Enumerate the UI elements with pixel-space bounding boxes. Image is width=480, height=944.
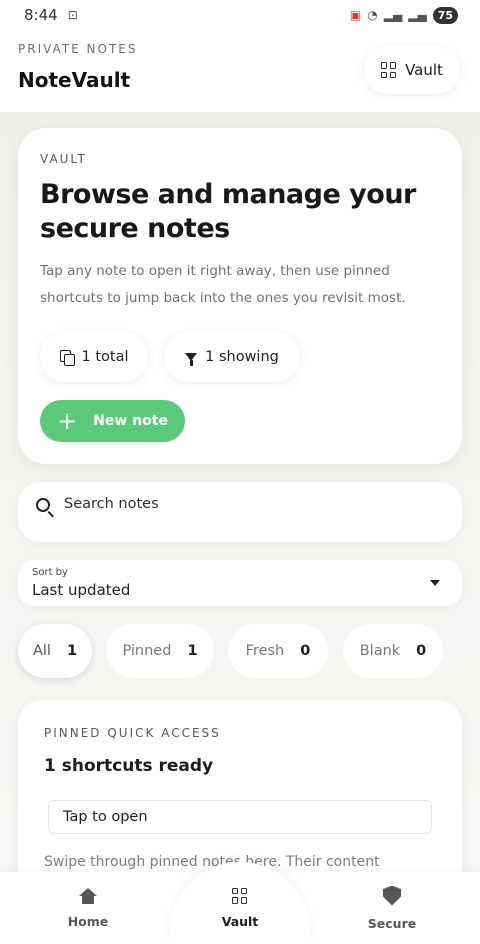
- shield-icon: [383, 885, 401, 906]
- filter-chip-label: Pinned: [122, 643, 172, 659]
- search-input[interactable]: [64, 492, 444, 516]
- header-eyebrow: PRIVATE NOTES: [18, 42, 138, 56]
- sort-caption: Sort by: [32, 567, 68, 578]
- new-note-label: New note: [93, 413, 168, 429]
- cast-icon: ▣: [349, 8, 362, 22]
- hero-card: VAULT Browse and manage your secure note…: [18, 128, 462, 464]
- copy-icon: [59, 350, 75, 366]
- nav-item-vault[interactable]: Vault: [180, 872, 300, 944]
- new-note-button[interactable]: + New note: [40, 400, 185, 442]
- filter-chip-fresh[interactable]: Fresh 0: [228, 624, 328, 678]
- plus-icon: +: [57, 407, 78, 435]
- nav-item-secure[interactable]: Secure: [332, 872, 452, 944]
- home-icon: [79, 887, 97, 904]
- search-box[interactable]: [18, 482, 462, 542]
- filter-chip-label: Blank: [359, 643, 401, 659]
- filter-chip-count: 0: [416, 643, 427, 659]
- pinned-eyebrow: PINNED QUICK ACCESS: [44, 726, 221, 740]
- filter-chip-label: All: [32, 643, 51, 659]
- app-title: NoteVault: [18, 68, 131, 92]
- filter-chip-label: Fresh: [245, 643, 285, 659]
- total-count-pill[interactable]: 1 total: [40, 332, 148, 382]
- grid-icon: [232, 887, 248, 904]
- nav-item-home[interactable]: Home: [28, 872, 148, 944]
- wifi-icon: ◔: [367, 8, 378, 22]
- status-time: 8:44: [24, 6, 58, 24]
- showing-count-label: 1 showing: [205, 349, 279, 365]
- hero-description: Tap any note to open it right away, then…: [40, 263, 406, 306]
- grid-icon: [381, 62, 397, 78]
- filter-chip-count: 1: [66, 643, 78, 659]
- hero-title: Browse and manage your secure notes: [40, 179, 416, 244]
- signal-icon-2: ▂▄: [408, 8, 427, 22]
- pinned-title: 1 shortcuts ready: [44, 756, 214, 776]
- screen-record-icon: ⊡: [67, 8, 78, 22]
- filter-chip-pinned[interactable]: Pinned 1: [106, 624, 214, 678]
- sort-value: Last updated: [32, 581, 131, 599]
- app-header: PRIVATE NOTES NoteVault Vault: [0, 30, 480, 112]
- filter-icon: [185, 353, 198, 366]
- hero-eyebrow: VAULT: [40, 152, 87, 166]
- sort-select[interactable]: Sort by Last updated: [18, 560, 462, 606]
- signal-icon: ▂▄: [383, 8, 403, 22]
- filter-chip-count: 1: [187, 643, 198, 659]
- caret-down-icon: [430, 580, 440, 586]
- total-count-label: 1 total: [81, 349, 129, 365]
- filter-chip-all[interactable]: All 1: [18, 624, 92, 678]
- nav-item-label: Secure: [367, 915, 417, 931]
- filter-chip-blank[interactable]: Blank 0: [343, 624, 443, 678]
- showing-count-pill[interactable]: 1 showing: [164, 332, 300, 382]
- pinned-note-shortcut[interactable]: Tap to open: [48, 800, 432, 834]
- status-bar: 8:44 ⊡ ▣ ◔ ▂▄ ▂▄ 75: [0, 0, 480, 30]
- vault-button-label: Vault: [405, 61, 443, 79]
- bottom-navigation: Home Vault Secure: [0, 862, 480, 944]
- filter-chip-count: 0: [300, 643, 311, 659]
- battery-indicator: 75: [432, 6, 458, 24]
- nav-item-label: Vault: [221, 913, 259, 929]
- search-icon: [36, 498, 50, 512]
- vault-button[interactable]: Vault: [364, 46, 460, 94]
- nav-item-label: Home: [67, 913, 109, 929]
